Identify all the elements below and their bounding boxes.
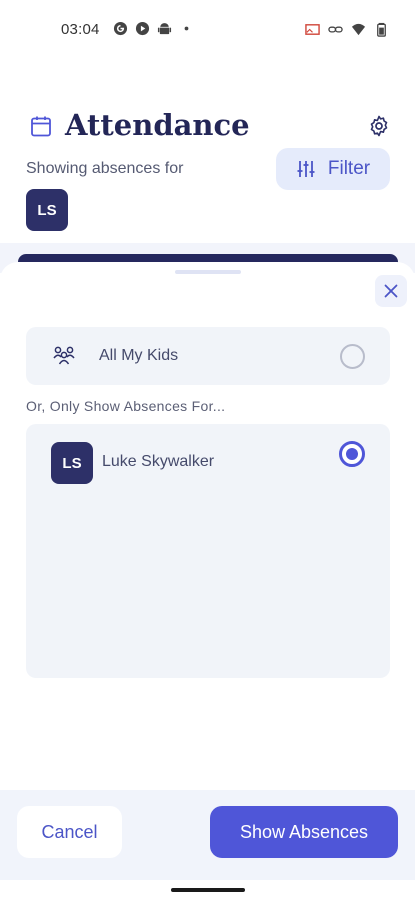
link-icon (328, 26, 343, 33)
status-left-icons (113, 21, 194, 36)
group-icon (53, 346, 75, 365)
battery-icon (377, 22, 386, 37)
system-nav-bar (0, 880, 415, 900)
all-my-kids-option[interactable]: All My Kids (26, 327, 390, 385)
filter-button[interactable]: Filter (276, 148, 390, 190)
page-title: Attendance (65, 108, 250, 142)
showing-absences-label: Showing absences for (26, 160, 184, 177)
close-icon (384, 284, 398, 298)
play-circle-icon (135, 21, 150, 36)
show-absences-button[interactable]: Show Absences (210, 806, 398, 858)
gear-icon[interactable] (367, 114, 391, 138)
filter-button-label: Filter (327, 158, 371, 179)
android-icon (157, 23, 172, 35)
g-circle-icon (113, 21, 128, 36)
calendar-icon (31, 116, 51, 137)
kid-radio-selected[interactable] (339, 441, 365, 467)
student-avatar[interactable]: LS (26, 189, 68, 231)
status-bar: 03:04 (0, 0, 415, 60)
kid-name: Luke Skywalker (102, 453, 215, 470)
home-gesture-pill[interactable] (171, 888, 245, 892)
wifi-icon (351, 23, 366, 36)
sliders-icon (297, 161, 315, 177)
radio-dot (346, 448, 358, 460)
dot-icon (184, 26, 189, 31)
sheet-footer: Cancel Show Absences (0, 790, 415, 880)
cast-icon (305, 24, 320, 35)
close-button[interactable] (375, 275, 407, 307)
status-time: 03:04 (61, 21, 100, 38)
kids-list: LS Luke Skywalker (26, 424, 390, 678)
kid-avatar: LS (51, 442, 93, 484)
kid-option-luke-skywalker[interactable]: LS Luke Skywalker (26, 424, 390, 504)
all-my-kids-label: All My Kids (99, 347, 179, 364)
only-show-label: Or, Only Show Absences For... (26, 398, 226, 414)
cancel-button[interactable]: Cancel (17, 806, 122, 858)
all-my-kids-radio[interactable] (340, 344, 365, 369)
sheet-drag-handle[interactable] (175, 270, 241, 274)
status-right-icons (305, 22, 389, 37)
attendance-header: Attendance Showing absences for Filter L… (0, 100, 415, 250)
